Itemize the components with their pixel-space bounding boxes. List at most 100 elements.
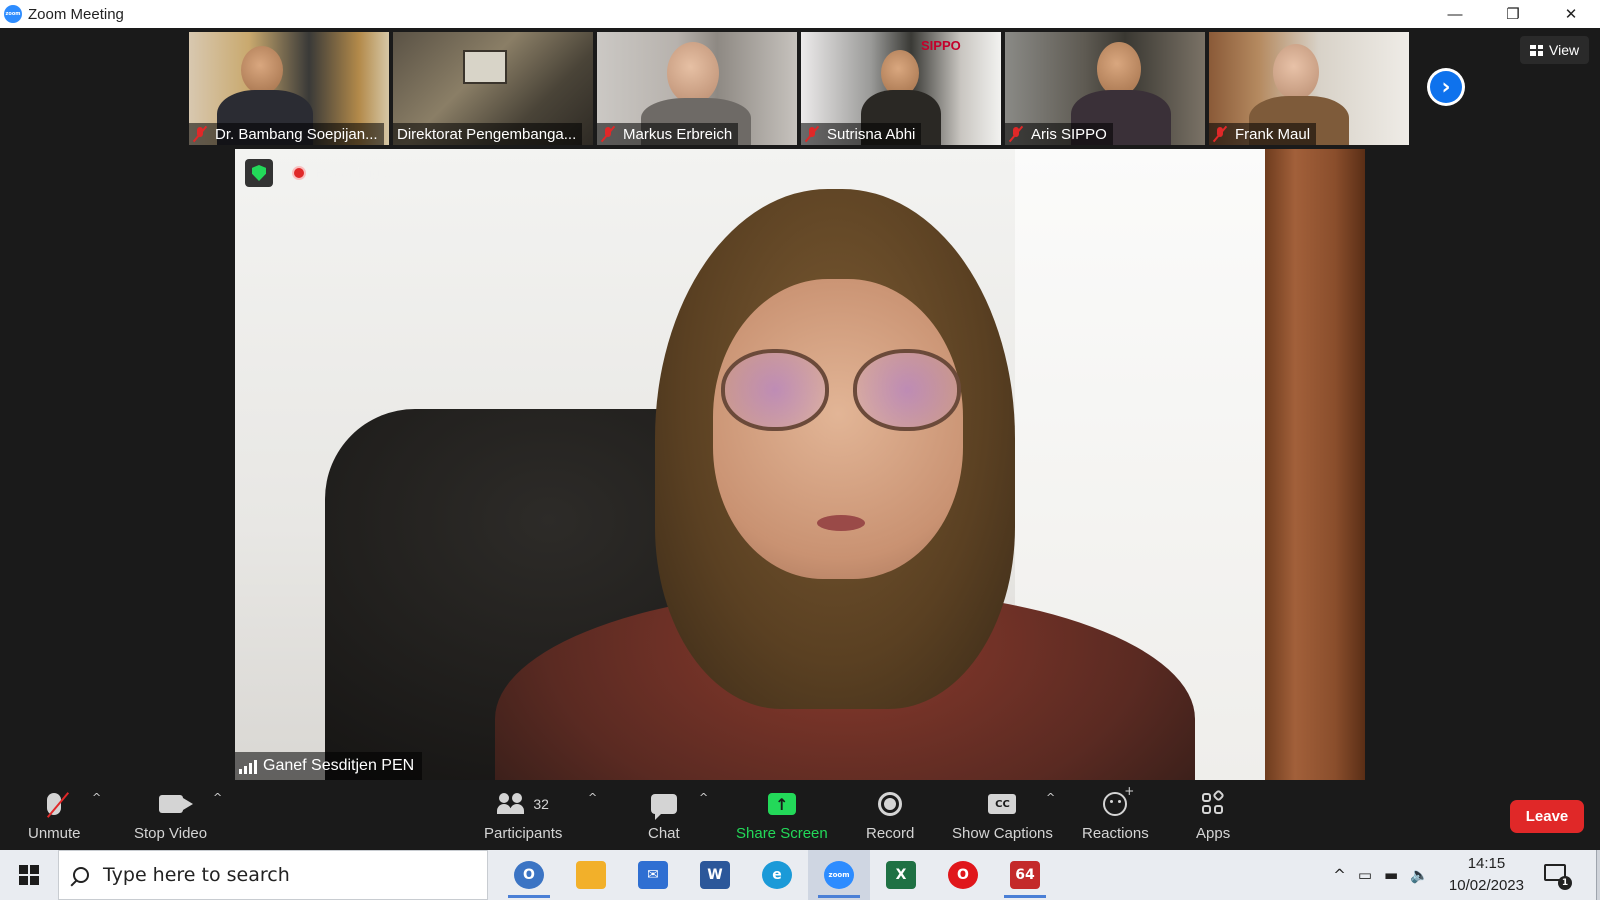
taskbar-app-button[interactable] xyxy=(560,850,622,900)
word-icon: W xyxy=(700,861,730,889)
notification-count-badge: 1 xyxy=(1558,876,1572,890)
participants-count: 32 xyxy=(533,796,549,812)
taskbar-app-button[interactable]: e xyxy=(746,850,808,900)
participant-name: Aris SIPPO xyxy=(1031,125,1107,143)
notification-center-icon[interactable]: 1 xyxy=(1542,862,1572,890)
view-button[interactable]: View xyxy=(1520,36,1590,64)
chat-icon xyxy=(650,794,677,820)
show-captions-label: Show Captions xyxy=(952,825,1053,842)
battery-icon[interactable]: ▬ xyxy=(1384,866,1398,884)
running-indicator xyxy=(508,895,550,898)
zoom-taskbar-icon: zoom xyxy=(824,861,854,889)
participant-face xyxy=(667,42,719,104)
participants-options-caret[interactable]: ^ xyxy=(588,791,597,804)
participant-thumbnail[interactable]: Markus Erbreich xyxy=(597,32,797,145)
participants-icon xyxy=(497,793,527,815)
participant-thumbnail[interactable]: Dr. Bambang Soepijan... xyxy=(189,32,389,145)
clock-date: 10/02/2023 xyxy=(1448,877,1524,894)
signal-strength-icon xyxy=(239,759,257,774)
audio-options-caret[interactable]: ^ xyxy=(92,791,101,804)
show-hidden-icons-chevron-icon[interactable]: ^ xyxy=(1333,866,1346,884)
windows-logo-icon xyxy=(19,865,39,885)
network-icon[interactable]: ▭ xyxy=(1358,866,1372,884)
unmute-label: Unmute xyxy=(28,825,81,842)
recording-indicator-icon xyxy=(292,166,306,180)
muted-mic-icon xyxy=(1213,126,1227,142)
reactions-button[interactable]: Reactions xyxy=(1082,784,1149,842)
active-speaker-video: Recording... Ganef Sesditjen PEN xyxy=(235,149,1365,780)
chat-options-caret[interactable]: ^ xyxy=(699,791,708,804)
video-wooden-door xyxy=(1265,149,1365,780)
share-screen-button[interactable]: ↑ Share Screen xyxy=(736,789,828,842)
taskbar-app-button[interactable]: 64 xyxy=(994,850,1056,900)
participant-face xyxy=(1273,44,1319,100)
participant-face xyxy=(241,46,283,94)
participant-name: Dr. Bambang Soepijan... xyxy=(215,125,378,143)
file-explorer-icon xyxy=(576,861,606,889)
edge-icon: e xyxy=(762,861,792,889)
security-shield-icon[interactable] xyxy=(245,159,273,187)
record-button[interactable]: Record xyxy=(866,789,914,842)
next-page-button[interactable]: › xyxy=(1427,68,1465,106)
show-desktop-button[interactable] xyxy=(1596,850,1600,900)
search-placeholder: Type here to search xyxy=(103,864,290,886)
participants-label: Participants xyxy=(484,825,563,842)
participant-thumbnail[interactable]: SIPPO Sutrisna Abhi xyxy=(801,32,1001,145)
participants-button[interactable]: 32 Participants xyxy=(484,789,562,842)
show-captions-button[interactable]: CC Show Captions xyxy=(952,789,1053,842)
taskbar-app-button[interactable]: ✉ xyxy=(622,850,684,900)
excel-icon: X xyxy=(886,861,916,889)
participant-name: Markus Erbreich xyxy=(623,125,733,143)
muted-mic-icon xyxy=(193,126,207,142)
participant-name: Sutrisna Abhi xyxy=(827,125,916,143)
running-indicator xyxy=(818,895,860,898)
participant-thumbnail[interactable]: Frank Maul xyxy=(1209,32,1409,145)
unmute-button[interactable]: Unmute xyxy=(28,789,81,842)
participant-name-tag: Dr. Bambang Soepijan... xyxy=(189,123,384,145)
start-button[interactable] xyxy=(0,850,58,900)
video-camera-icon xyxy=(158,795,193,813)
speaker-name: Ganef Sesditjen PEN xyxy=(263,757,415,774)
muted-mic-icon xyxy=(601,126,615,142)
participant-thumbnail[interactable]: Aris SIPPO xyxy=(1005,32,1205,145)
captions-options-caret[interactable]: ^ xyxy=(1046,791,1055,804)
taskbar-app-button[interactable]: O xyxy=(932,850,994,900)
running-indicator xyxy=(1004,895,1046,898)
leave-meeting-button[interactable]: Leave xyxy=(1510,800,1584,833)
video-options-caret[interactable]: ^ xyxy=(213,791,222,804)
clock[interactable]: 14:15 10/02/2023 xyxy=(1449,853,1524,897)
closed-captions-icon: CC xyxy=(988,794,1017,814)
taskbar-app-button[interactable]: zoom xyxy=(808,850,870,900)
zoom-logo-icon: zoom xyxy=(4,5,22,23)
muted-mic-icon xyxy=(805,126,819,142)
opera-icon: O xyxy=(948,861,978,889)
title-bar: zoom Zoom Meeting — ❐ ✕ xyxy=(0,0,1600,28)
speaker-glasses xyxy=(721,349,961,431)
clock-time: 14:15 xyxy=(1467,855,1506,872)
reactions-label: Reactions xyxy=(1082,825,1149,842)
minimize-button[interactable]: — xyxy=(1426,0,1484,28)
apps-button[interactable]: Apps xyxy=(1196,789,1230,842)
outlook-app-icon: O xyxy=(514,861,544,889)
meeting-toolbar: Unmute ^ Stop Video ^ 32 Participants ^ … xyxy=(0,783,1600,850)
taskbar-app-button[interactable]: O xyxy=(498,850,560,900)
participant-face xyxy=(1097,42,1141,96)
view-button-label: View xyxy=(1549,42,1580,58)
participant-name-tag: Sutrisna Abhi xyxy=(801,123,922,145)
windows-taskbar: Type here to search O ✉ We zoom X O 64 ^ ▭ ▬ 🔈… xyxy=(0,850,1600,900)
close-button[interactable]: ✕ xyxy=(1542,0,1600,28)
participant-name: Frank Maul xyxy=(1235,125,1311,143)
share-screen-label: Share Screen xyxy=(736,825,828,842)
taskbar-app-button[interactable]: W xyxy=(684,850,746,900)
stop-video-button[interactable]: Stop Video xyxy=(134,789,207,842)
restore-button[interactable]: ❐ xyxy=(1484,0,1542,28)
volume-icon[interactable]: 🔈 xyxy=(1410,866,1429,884)
participant-name-tag: Aris SIPPO xyxy=(1005,123,1113,145)
taskbar-search-box[interactable]: Type here to search xyxy=(58,850,488,900)
mail-icon: ✉ xyxy=(638,861,668,889)
participant-name-tag: Markus Erbreich xyxy=(597,123,739,145)
taskbar-app-button[interactable]: X xyxy=(870,850,932,900)
sippo-logo: SIPPO xyxy=(921,38,961,53)
chat-button[interactable]: Chat xyxy=(648,789,680,842)
participant-thumbnail[interactable]: Direktorat Pengembanga... xyxy=(393,32,593,145)
